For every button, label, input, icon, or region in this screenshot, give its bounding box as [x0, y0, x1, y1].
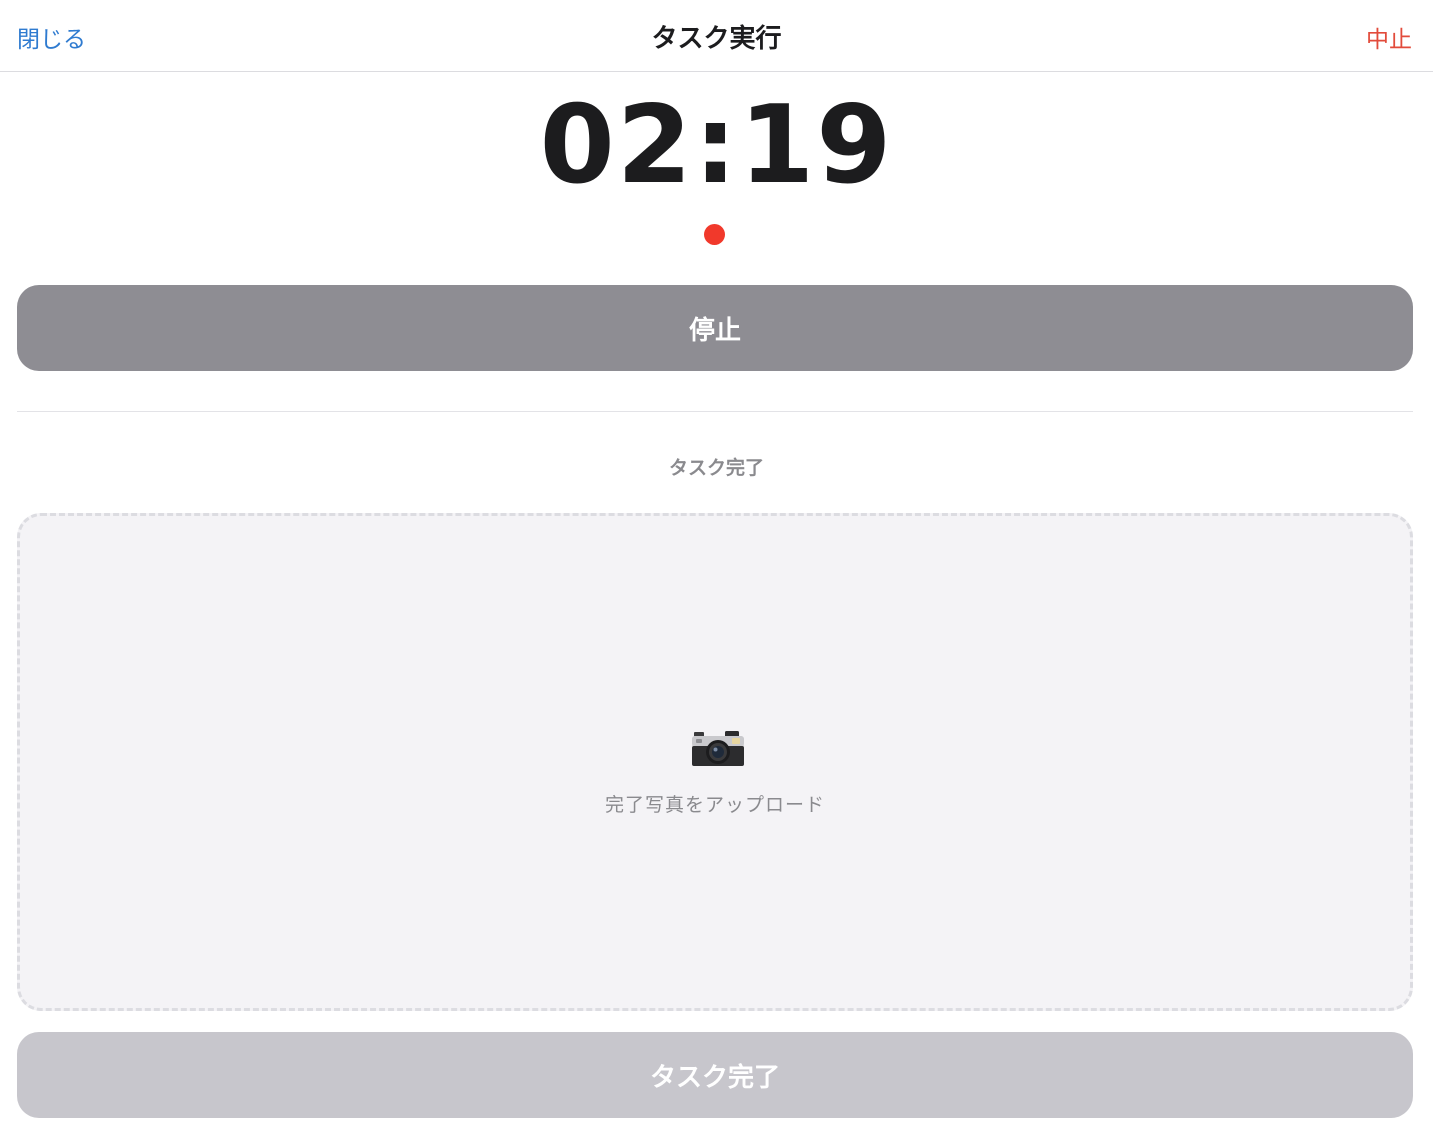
complete-task-button[interactable]: タスク完了 — [17, 1032, 1413, 1118]
recording-indicator-icon — [704, 224, 725, 245]
task-complete-section-label: タスク完了 — [668, 457, 764, 479]
section-divider — [17, 411, 1413, 412]
photo-upload-dropzone[interactable]: 完了写真をアップロード — [17, 513, 1413, 1011]
navigation-bar: 閉じる タスク実行 中止 — [0, 0, 1433, 72]
camera-icon — [692, 731, 744, 766]
abort-button[interactable]: 中止 — [1366, 20, 1412, 54]
complete-task-button-label: タスク完了 — [649, 1062, 780, 1093]
page-title: タスク実行 — [651, 24, 782, 54]
upload-prompt-text: 完了写真をアップロード — [604, 794, 825, 816]
stop-button-label: 停止 — [688, 315, 741, 346]
stop-button[interactable]: 停止 — [17, 285, 1413, 371]
elapsed-timer: 02:19 — [539, 83, 894, 208]
